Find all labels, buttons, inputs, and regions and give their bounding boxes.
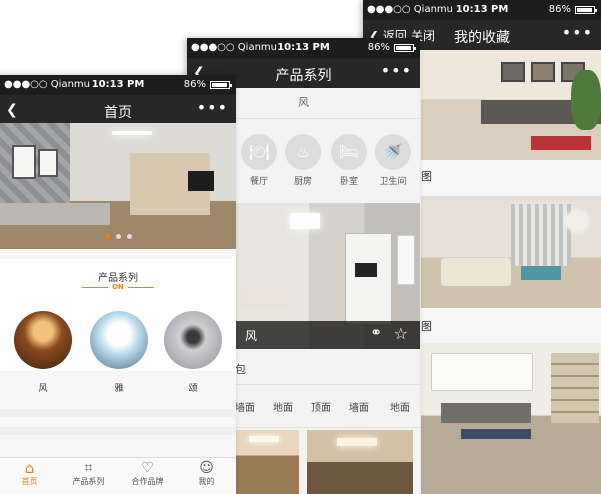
bedroom-icon: 🛏: [331, 134, 367, 170]
content-divider: [0, 409, 236, 417]
product-thumbnail[interactable]: [235, 430, 299, 494]
section-badge: ON: [108, 283, 128, 292]
star-icon[interactable]: ☆: [394, 324, 408, 343]
home-screen: ●●●○○ Qianmu 10:13 PM 86% ❮ 首页 ••• 产品系列 …: [0, 75, 236, 494]
category-label: 餐厅: [249, 177, 268, 187]
tab-label: 产品系列: [72, 477, 105, 486]
tab-product-series[interactable]: ⌗ 产品系列: [59, 460, 118, 487]
category-label: 卫生间: [379, 177, 407, 187]
battery-percent: 86%: [548, 4, 571, 15]
style-label: 颂: [188, 384, 198, 394]
style-image: [90, 311, 148, 369]
filter-item[interactable]: 地面: [390, 399, 410, 414]
section-heading: 包: [235, 363, 246, 376]
filter-item[interactable]: 墙面: [235, 399, 255, 414]
handshake-icon: ♡: [141, 460, 154, 476]
bathroom-icon: 🚿: [375, 134, 411, 170]
style-item[interactable]: 风: [12, 311, 74, 394]
category-label: 厨房: [293, 177, 312, 187]
favorite-caption: 图: [421, 320, 432, 333]
filter-item[interactable]: 顶面: [311, 399, 331, 414]
kitchen-icon: ♨: [285, 134, 321, 170]
more-icon[interactable]: •••: [562, 23, 593, 42]
favorite-image[interactable]: [421, 196, 601, 308]
tab-profile[interactable]: ☺ 我的: [177, 460, 236, 487]
dining-icon: 🍽: [241, 134, 277, 170]
category-item[interactable]: 🚿 卫生间: [373, 134, 413, 187]
style-image: [164, 311, 222, 369]
hero-banner[interactable]: [0, 123, 236, 249]
more-icon[interactable]: •••: [381, 61, 412, 80]
series-image[interactable]: 风 ⚭ ☆: [235, 203, 420, 349]
category-label: 卧室: [339, 177, 358, 187]
tab-home[interactable]: ⌂ 首页: [0, 460, 59, 487]
home-icon: ⌂: [24, 459, 35, 477]
style-item[interactable]: 颂: [162, 311, 224, 394]
category-item[interactable]: ♨ 厨房: [283, 134, 323, 187]
filter-item[interactable]: 墙面: [349, 399, 369, 414]
tab-label: 我的: [198, 477, 215, 486]
tag-icon: ⌗: [84, 460, 93, 476]
tab-label: 首页: [21, 477, 38, 486]
battery-percent: 86%: [183, 79, 206, 90]
battery-percent: 86%: [367, 42, 390, 53]
image-caption: 风: [245, 329, 258, 343]
category-item[interactable]: 🛏 卧室: [329, 134, 369, 187]
filter-item[interactable]: 地面: [273, 399, 293, 414]
tab-bar: ⌂ 首页 ⌗ 产品系列 ♡ 合作品牌 ☺ 我的: [0, 457, 236, 494]
style-label: 风: [38, 384, 48, 394]
tab-partner-brands[interactable]: ♡ 合作品牌: [118, 460, 177, 487]
favorite-image[interactable]: [421, 50, 601, 160]
favorite-image[interactable]: [421, 343, 601, 494]
status-bar: ●●●○○ Qianmu 10:13 PM 86%: [363, 0, 601, 20]
battery-icon: [210, 81, 232, 89]
carousel-indicator: [0, 224, 236, 243]
favorite-caption: 图: [421, 170, 432, 183]
share-icon[interactable]: ⚭: [370, 325, 382, 341]
section-title: 产品系列: [98, 273, 138, 284]
style-item[interactable]: 雅: [88, 311, 150, 394]
status-bar: ●●●○○ Qianmu 10:13 PM 86%: [0, 75, 236, 95]
tab-label: 合作品牌: [131, 477, 164, 486]
navigation-bar: ❮ 首页 •••: [0, 95, 236, 125]
more-icon[interactable]: •••: [197, 98, 228, 117]
battery-icon: [394, 44, 416, 52]
battery-icon: [575, 6, 597, 14]
content-divider: [0, 427, 236, 435]
style-image: [14, 311, 72, 369]
section-header: 产品系列 ON 风 雅 颂: [0, 259, 236, 394]
filter-bar: 墙面 地面 顶面 墙面 地面: [235, 384, 420, 428]
category-item[interactable]: 🍽 餐厅: [239, 134, 279, 187]
user-icon: ☺: [199, 460, 214, 476]
product-thumbnail[interactable]: [307, 430, 413, 494]
style-label: 雅: [114, 384, 124, 394]
status-bar: ●●●○○ Qianmu 10:13 PM 86%: [187, 38, 420, 58]
